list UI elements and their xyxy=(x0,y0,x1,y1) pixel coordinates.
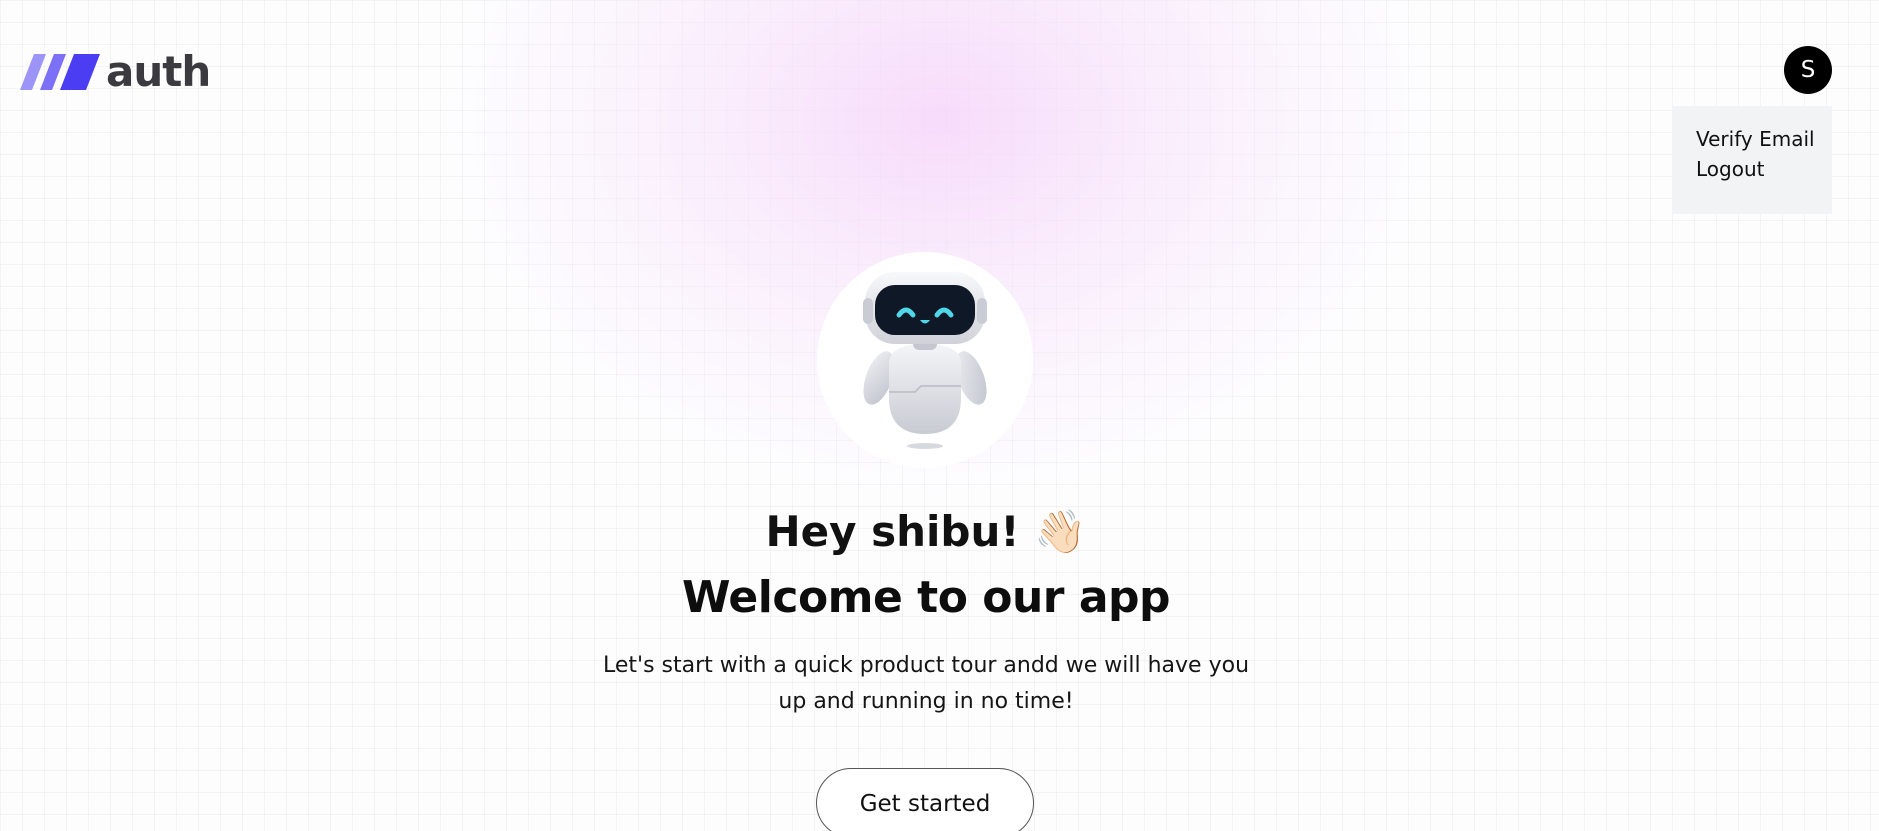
greeting-text: Hey shibu! xyxy=(765,507,1020,556)
welcome-title: Welcome to our app xyxy=(681,572,1171,623)
get-started-button[interactable]: Get started xyxy=(816,768,1034,831)
logo-text: auth xyxy=(106,47,211,96)
user-avatar[interactable]: S xyxy=(1784,46,1832,94)
greeting-heading: Hey shibu! 👋🏻 xyxy=(0,502,1852,562)
user-dropdown-menu: Verify Email Logout xyxy=(1672,106,1832,214)
logo-slashes-icon xyxy=(20,54,100,90)
robot-illustration xyxy=(817,252,1033,468)
get-started-label: Get started xyxy=(859,791,991,817)
robot-icon xyxy=(863,272,987,449)
welcome-description: Let's start with a quick product tour an… xyxy=(602,653,1250,714)
app-logo[interactable]: auth xyxy=(20,47,211,96)
waving-hand-icon: 👋🏻 xyxy=(1034,507,1087,556)
avatar-initial: S xyxy=(1800,57,1816,83)
